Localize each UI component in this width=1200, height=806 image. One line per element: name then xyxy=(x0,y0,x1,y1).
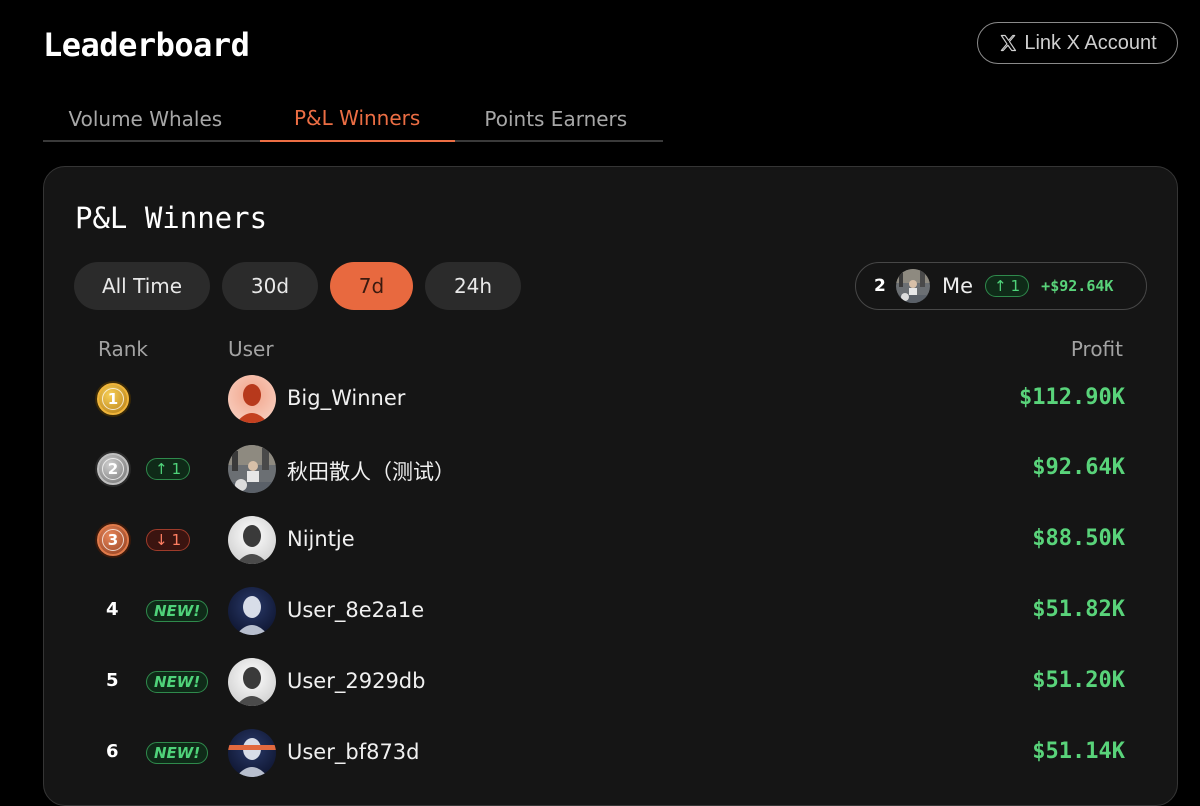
row-profit: $88.50K xyxy=(1032,526,1125,551)
row-profit: $51.82K xyxy=(1032,597,1125,622)
row-rank: 5 xyxy=(106,670,119,691)
row-username[interactable]: User_bf873d xyxy=(287,740,420,764)
new-badge: NEW! xyxy=(146,600,209,622)
filter-30d[interactable]: 30d xyxy=(222,262,318,310)
row-username[interactable]: User_2929db xyxy=(287,669,425,693)
leaderboard-row[interactable]: 5 NEW! User_2929db $51.20K xyxy=(44,652,1179,712)
row-profit: $51.14K xyxy=(1032,739,1125,764)
tab-pnl-winners[interactable]: P&L Winners xyxy=(259,96,455,142)
gold-medal-icon: 1 xyxy=(97,383,129,415)
leaderboard-row[interactable]: 3 ↓ 1 Nijntje $88.50K xyxy=(44,510,1179,570)
row-profit: $51.20K xyxy=(1032,668,1125,693)
avatar xyxy=(228,445,276,493)
x-logo-icon xyxy=(1000,34,1017,52)
row-rank: 6 xyxy=(106,741,119,762)
avatar xyxy=(228,375,276,423)
filter-24h[interactable]: 24h xyxy=(425,262,521,310)
row-username[interactable]: User_8e2a1e xyxy=(287,598,424,622)
row-rank: 1 xyxy=(107,390,119,408)
my-name: Me xyxy=(942,274,974,298)
arrow-up-icon: ↑ xyxy=(994,277,1007,295)
time-filters: All Time 30d 7d 24h xyxy=(74,262,521,310)
my-rank-change: 1 xyxy=(1010,277,1021,295)
row-profit: $92.64K xyxy=(1032,455,1125,480)
row-rank: 3 xyxy=(107,531,119,549)
my-rank-pill[interactable]: 2 Me ↑ 1 +$92.64K xyxy=(855,262,1147,310)
rank-change: 1 xyxy=(171,460,182,478)
tab-points-earners[interactable]: Points Earners xyxy=(449,96,663,142)
column-header-user: User xyxy=(228,337,274,361)
card-title: P&L Winners xyxy=(75,201,268,235)
rank-change-badge: ↑ 1 xyxy=(146,458,191,480)
row-username[interactable]: Big_Winner xyxy=(287,386,405,410)
column-header-rank: Rank xyxy=(98,337,148,361)
link-x-account-label: Link X Account xyxy=(1024,31,1157,54)
leaderboard-row[interactable]: 1 Big_Winner $112.90K xyxy=(44,369,1179,429)
row-rank: 4 xyxy=(106,599,119,620)
row-username[interactable]: 秋田散人（测试） xyxy=(287,456,455,486)
avatar xyxy=(228,658,276,706)
link-x-account-button[interactable]: Link X Account xyxy=(977,22,1178,64)
my-rank-change-badge: ↑ 1 xyxy=(985,275,1030,297)
rank-change-badge: ↓ 1 xyxy=(146,529,191,551)
tab-volume-whales[interactable]: Volume Whales xyxy=(43,96,248,142)
leaderboard-row[interactable]: 4 NEW! User_8e2a1e $51.82K xyxy=(44,581,1179,641)
bronze-medal-icon: 3 xyxy=(97,524,129,556)
my-rank: 2 xyxy=(874,276,886,296)
arrow-up-icon: ↑ xyxy=(155,460,168,478)
filter-all-time[interactable]: All Time xyxy=(74,262,210,310)
my-profit: +$92.64K xyxy=(1041,277,1114,295)
row-profit: $112.90K xyxy=(1019,385,1125,410)
silver-medal-icon: 2 xyxy=(97,453,129,485)
column-header-profit: Profit xyxy=(1070,337,1123,361)
row-username[interactable]: Nijntje xyxy=(287,527,355,551)
page-title: Leaderboard xyxy=(43,26,250,64)
leaderboard-card: P&L Winners All Time 30d 7d 24h 2 Me ↑ 1… xyxy=(43,166,1178,806)
rank-change: 1 xyxy=(171,531,182,549)
avatar xyxy=(228,516,276,564)
avatar xyxy=(228,729,276,777)
avatar xyxy=(228,587,276,635)
leaderboard-row[interactable]: 2 ↑ 1 秋田散人（测试） $92.64K xyxy=(44,439,1179,499)
my-avatar xyxy=(896,269,930,303)
filter-7d[interactable]: 7d xyxy=(330,262,413,310)
leaderboard-row[interactable]: 6 NEW! User_bf873d $51.14K xyxy=(44,723,1179,783)
arrow-down-icon: ↓ xyxy=(155,531,168,549)
new-badge: NEW! xyxy=(146,742,209,764)
leaderboard-tabs: Volume Whales P&L Winners Points Earners xyxy=(43,96,663,142)
row-rank: 2 xyxy=(107,460,119,478)
new-badge: NEW! xyxy=(146,671,209,693)
